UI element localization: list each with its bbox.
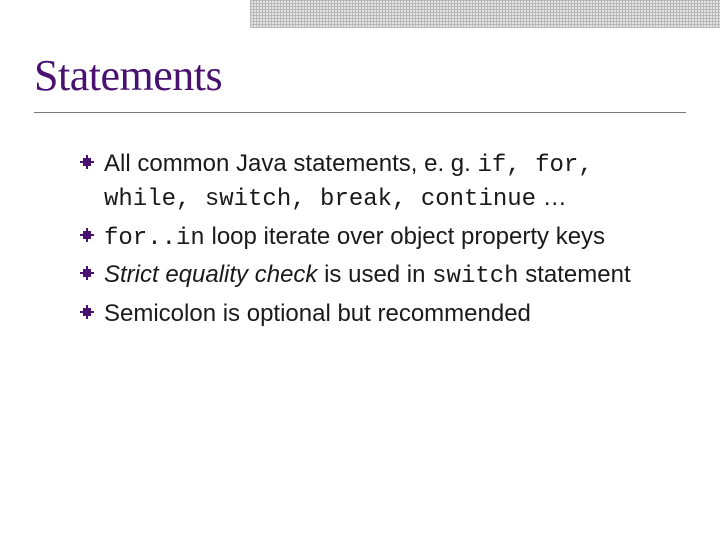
plain-text: loop iterate over object property keys xyxy=(205,223,605,250)
list-item: Semicolon is optional but recommended xyxy=(80,298,670,330)
list-item-text: for..in loop iterate over object propert… xyxy=(104,221,605,255)
list-item-text: All common Java statements, e. g. if, fo… xyxy=(104,148,670,217)
plain-text: All common Java statements, e. g. xyxy=(104,150,478,177)
bullet-list: All common Java statements, e. g. if, fo… xyxy=(80,148,670,334)
diamond-bullet-icon xyxy=(80,228,94,242)
plain-text: statement xyxy=(519,261,631,288)
header-pattern xyxy=(250,0,720,28)
code-text: switch xyxy=(432,263,518,290)
list-item-text: Semicolon is optional but recommended xyxy=(104,298,531,330)
list-item: Strict equality check is used in switch … xyxy=(80,259,670,293)
diamond-bullet-icon xyxy=(80,266,94,280)
plain-text: … xyxy=(536,184,567,211)
list-item: All common Java statements, e. g. if, fo… xyxy=(80,148,670,217)
plain-text: is used in xyxy=(317,261,432,288)
emph-text: Strict equality check xyxy=(104,261,317,288)
list-item: for..in loop iterate over object propert… xyxy=(80,221,670,255)
plain-text: Semicolon is optional but recommended xyxy=(104,300,531,327)
code-text: for..in xyxy=(104,225,205,252)
diamond-bullet-icon xyxy=(80,155,94,169)
page-title: Statements xyxy=(34,50,222,101)
diamond-bullet-icon xyxy=(80,305,94,319)
title-underline xyxy=(34,112,686,113)
list-item-text: Strict equality check is used in switch … xyxy=(104,259,631,293)
